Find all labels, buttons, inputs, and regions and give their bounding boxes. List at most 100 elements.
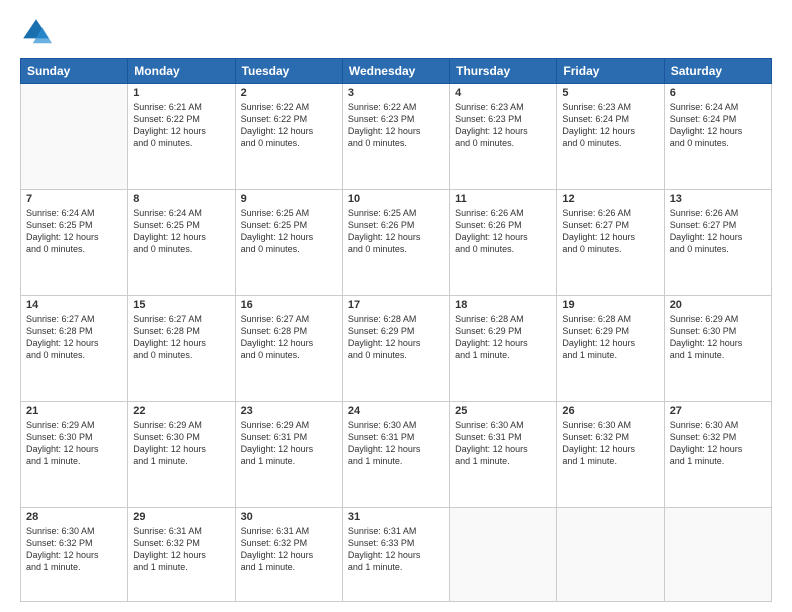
day-info: Sunrise: 6:30 AM Sunset: 6:32 PM Dayligh… [562, 419, 658, 468]
day-info: Sunrise: 6:29 AM Sunset: 6:30 PM Dayligh… [26, 419, 122, 468]
table-row: 3 Sunrise: 6:22 AM Sunset: 6:23 PM Daylig… [342, 84, 449, 190]
calendar-week-row: 14 Sunrise: 6:27 AM Sunset: 6:28 PM Dayli… [21, 295, 772, 401]
day-number: 27 [670, 405, 766, 417]
table-row: 28Sunrise: 6:30 AM Sunset: 6:32 PM Dayli… [21, 507, 128, 601]
day-info: Sunrise: 6:29 AM Sunset: 6:30 PM Dayligh… [670, 313, 766, 362]
table-row: 10 Sunrise: 6:25 AM Sunset: 6:26 PM Dayli… [342, 189, 449, 295]
day-info: Sunrise: 6:31 AM Sunset: 6:33 PM Dayligh… [348, 525, 444, 574]
day-number: 10 [348, 193, 444, 205]
day-number: 1 [133, 87, 229, 99]
page: SundayMondayTuesdayWednesdayThursdayFrid… [0, 0, 792, 612]
weekday-header-row: SundayMondayTuesdayWednesdayThursdayFrid… [21, 59, 772, 84]
day-info: Sunrise: 6:30 AM Sunset: 6:31 PM Dayligh… [348, 419, 444, 468]
weekday-header-tuesday: Tuesday [235, 59, 342, 84]
weekday-header-thursday: Thursday [450, 59, 557, 84]
day-info: Sunrise: 6:22 AM Sunset: 6:23 PM Dayligh… [348, 101, 444, 150]
table-row: 15 Sunrise: 6:27 AM Sunset: 6:28 PM Dayli… [128, 295, 235, 401]
day-info: Sunrise: 6:31 AM Sunset: 6:32 PM Dayligh… [241, 525, 337, 574]
day-info: Sunrise: 6:30 AM Sunset: 6:31 PM Dayligh… [455, 419, 551, 468]
table-row: 25 Sunrise: 6:30 AM Sunset: 6:31 PM Dayli… [450, 401, 557, 507]
day-number: 14 [26, 299, 122, 311]
day-info: Sunrise: 6:26 AM Sunset: 6:27 PM Dayligh… [670, 207, 766, 256]
header [20, 16, 772, 48]
table-row: 1 Sunrise: 6:21 AM Sunset: 6:22 PM Daylig… [128, 84, 235, 190]
day-number: 26 [562, 405, 658, 417]
day-info: Sunrise: 6:28 AM Sunset: 6:29 PM Dayligh… [455, 313, 551, 362]
day-number: 24 [348, 405, 444, 417]
weekday-header-friday: Friday [557, 59, 664, 84]
table-row: 30 Sunrise: 6:31 AM Sunset: 6:32 PM Dayli… [235, 507, 342, 601]
day-info: Sunrise: 6:30 AM Sunset: 6:32 PM Dayligh… [670, 419, 766, 468]
table-row: 2Sunrise: 6:22 AM Sunset: 6:22 PM Daylig… [235, 84, 342, 190]
day-info: Sunrise: 6:28 AM Sunset: 6:29 PM Dayligh… [562, 313, 658, 362]
table-row: 16 Sunrise: 6:27 AM Sunset: 6:28 PM Dayli… [235, 295, 342, 401]
day-info: Sunrise: 6:24 AM Sunset: 6:24 PM Dayligh… [670, 101, 766, 150]
table-row: 5 Sunrise: 6:23 AM Sunset: 6:24 PM Daylig… [557, 84, 664, 190]
day-number: 30 [241, 511, 337, 523]
day-info: Sunrise: 6:27 AM Sunset: 6:28 PM Dayligh… [26, 313, 122, 362]
day-number: 22 [133, 405, 229, 417]
table-row: 12Sunrise: 6:26 AM Sunset: 6:27 PM Dayli… [557, 189, 664, 295]
calendar-week-row: 28Sunrise: 6:30 AM Sunset: 6:32 PM Dayli… [21, 507, 772, 601]
day-info: Sunrise: 6:30 AM Sunset: 6:32 PM Dayligh… [26, 525, 122, 574]
table-row: 24 Sunrise: 6:30 AM Sunset: 6:31 PM Dayli… [342, 401, 449, 507]
table-row: 18 Sunrise: 6:28 AM Sunset: 6:29 PM Dayli… [450, 295, 557, 401]
table-row: 23 Sunrise: 6:29 AM Sunset: 6:31 PM Dayli… [235, 401, 342, 507]
day-number: 7 [26, 193, 122, 205]
table-row [664, 507, 771, 601]
table-row: 17 Sunrise: 6:28 AM Sunset: 6:29 PM Dayli… [342, 295, 449, 401]
logo [20, 16, 56, 48]
day-info: Sunrise: 6:29 AM Sunset: 6:30 PM Dayligh… [133, 419, 229, 468]
table-row: 19 Sunrise: 6:28 AM Sunset: 6:29 PM Dayli… [557, 295, 664, 401]
day-number: 18 [455, 299, 551, 311]
day-info: Sunrise: 6:27 AM Sunset: 6:28 PM Dayligh… [241, 313, 337, 362]
day-info: Sunrise: 6:21 AM Sunset: 6:22 PM Dayligh… [133, 101, 229, 150]
day-info: Sunrise: 6:27 AM Sunset: 6:28 PM Dayligh… [133, 313, 229, 362]
day-number: 11 [455, 193, 551, 205]
day-number: 16 [241, 299, 337, 311]
calendar-week-row: 7 Sunrise: 6:24 AM Sunset: 6:25 PM Daylig… [21, 189, 772, 295]
day-info: Sunrise: 6:25 AM Sunset: 6:26 PM Dayligh… [348, 207, 444, 256]
table-row: 27 Sunrise: 6:30 AM Sunset: 6:32 PM Dayli… [664, 401, 771, 507]
calendar-table: SundayMondayTuesdayWednesdayThursdayFrid… [20, 58, 772, 602]
weekday-header-saturday: Saturday [664, 59, 771, 84]
table-row: 31 Sunrise: 6:31 AM Sunset: 6:33 PM Dayli… [342, 507, 449, 601]
day-info: Sunrise: 6:28 AM Sunset: 6:29 PM Dayligh… [348, 313, 444, 362]
table-row: 11 Sunrise: 6:26 AM Sunset: 6:26 PM Dayli… [450, 189, 557, 295]
day-number: 19 [562, 299, 658, 311]
day-number: 8 [133, 193, 229, 205]
day-number: 15 [133, 299, 229, 311]
day-info: Sunrise: 6:26 AM Sunset: 6:26 PM Dayligh… [455, 207, 551, 256]
day-number: 31 [348, 511, 444, 523]
calendar-week-row: 21 Sunrise: 6:29 AM Sunset: 6:30 PM Dayli… [21, 401, 772, 507]
day-info: Sunrise: 6:25 AM Sunset: 6:25 PM Dayligh… [241, 207, 337, 256]
table-row: 9 Sunrise: 6:25 AM Sunset: 6:25 PM Daylig… [235, 189, 342, 295]
table-row: 13Sunrise: 6:26 AM Sunset: 6:27 PM Dayli… [664, 189, 771, 295]
table-row: 22 Sunrise: 6:29 AM Sunset: 6:30 PM Dayli… [128, 401, 235, 507]
day-info: Sunrise: 6:31 AM Sunset: 6:32 PM Dayligh… [133, 525, 229, 574]
day-info: Sunrise: 6:24 AM Sunset: 6:25 PM Dayligh… [133, 207, 229, 256]
weekday-header-sunday: Sunday [21, 59, 128, 84]
table-row: 14 Sunrise: 6:27 AM Sunset: 6:28 PM Dayli… [21, 295, 128, 401]
table-row [557, 507, 664, 601]
day-number: 23 [241, 405, 337, 417]
day-number: 17 [348, 299, 444, 311]
day-number: 3 [348, 87, 444, 99]
table-row: 6Sunrise: 6:24 AM Sunset: 6:24 PM Daylig… [664, 84, 771, 190]
logo-icon [20, 16, 52, 48]
table-row: 4Sunrise: 6:23 AM Sunset: 6:23 PM Daylig… [450, 84, 557, 190]
day-number: 25 [455, 405, 551, 417]
day-number: 21 [26, 405, 122, 417]
table-row: 7 Sunrise: 6:24 AM Sunset: 6:25 PM Daylig… [21, 189, 128, 295]
table-row: 8 Sunrise: 6:24 AM Sunset: 6:25 PM Daylig… [128, 189, 235, 295]
day-info: Sunrise: 6:23 AM Sunset: 6:24 PM Dayligh… [562, 101, 658, 150]
day-number: 9 [241, 193, 337, 205]
day-info: Sunrise: 6:22 AM Sunset: 6:22 PM Dayligh… [241, 101, 337, 150]
day-number: 20 [670, 299, 766, 311]
table-row [450, 507, 557, 601]
day-info: Sunrise: 6:24 AM Sunset: 6:25 PM Dayligh… [26, 207, 122, 256]
day-number: 5 [562, 87, 658, 99]
day-number: 4 [455, 87, 551, 99]
day-info: Sunrise: 6:29 AM Sunset: 6:31 PM Dayligh… [241, 419, 337, 468]
weekday-header-wednesday: Wednesday [342, 59, 449, 84]
